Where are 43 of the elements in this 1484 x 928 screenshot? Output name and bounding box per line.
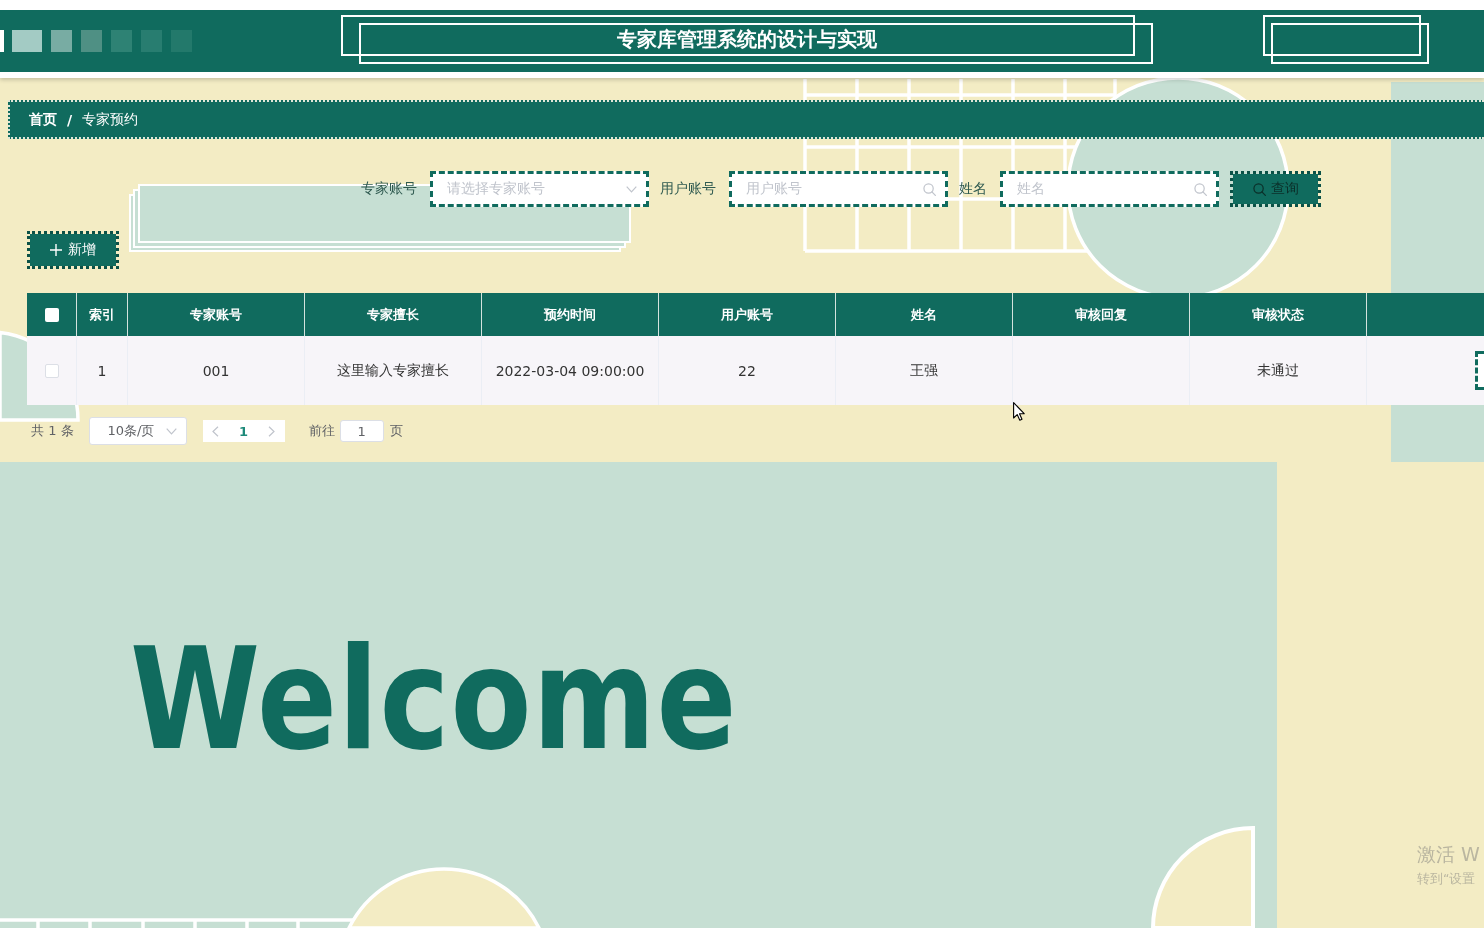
field-label: 专家账号 [361,180,417,198]
chevron-right-icon [268,425,276,437]
table-cell: 王强 [836,336,1013,405]
prev-page-button[interactable] [202,420,229,442]
next-page-button[interactable] [258,420,285,442]
square-icon [81,30,102,52]
page-suffix: 页 [389,422,403,440]
field-label: 姓名 [959,180,987,198]
chevron-left-icon [212,425,220,437]
search-icon [923,182,936,196]
add-button[interactable]: 新增 [27,231,119,269]
checkbox[interactable] [44,363,59,378]
table-cell: 1 [77,336,128,405]
search-icon [1252,182,1266,196]
page-number[interactable]: 1 [228,420,259,442]
activation-notice-title: 激活 W [1417,842,1480,867]
square-icon [141,30,162,52]
field-label: 用户账号 [660,180,716,198]
checkbox[interactable] [44,307,59,322]
square-icon [51,30,72,52]
breadcrumb-link[interactable]: 首页 [29,110,57,129]
welcome-text: Welcome [130,628,738,770]
table-cell: 22 [659,336,836,405]
total-count: 共 1 条 [31,422,74,440]
square-icon [12,30,42,52]
table-cell: 2022-03-04 09:00:00 [482,336,659,405]
search-icon [1194,182,1207,196]
page-input[interactable]: 1 [339,420,384,442]
table-cell: 未通过 [1190,336,1367,405]
breadcrumb-separator: / [67,111,73,128]
chevron-down-icon [165,427,177,435]
square-icon [111,30,132,52]
plus-icon [50,244,62,256]
action-button[interactable] [1475,351,1484,390]
search-button[interactable]: 查询 [1230,171,1321,207]
breadcrumb-current: 专家预约 [82,110,139,129]
goto-label: 前往 [308,422,335,440]
window-title: 专家库管理系统的设计与实现 [617,26,877,53]
table-cell: 这里输入专家擅长 [305,336,482,405]
square-icon [0,30,4,52]
page-size-select[interactable]: 10条/页 [88,417,187,445]
table-cell: 001 [128,336,305,405]
chevron-down-icon [626,185,637,193]
